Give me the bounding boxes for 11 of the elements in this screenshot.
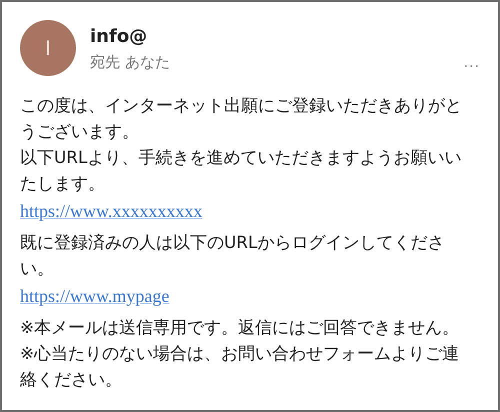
- recipient-label: 宛先 あなた: [90, 53, 171, 72]
- more-button[interactable]: ...: [464, 54, 480, 72]
- notice-text: ※心当たりのない場合は、お問い合わせフォームよりご連絡ください。: [20, 342, 460, 391]
- url-link[interactable]: https://www.mypage: [20, 284, 170, 308]
- notice-text: ※本メールは送信専用です。返信にはご回答できません。: [20, 316, 460, 339]
- avatar: I: [20, 20, 76, 76]
- sender-name: info@: [90, 26, 148, 47]
- url-link[interactable]: https://www.xxxxxxxxxx: [20, 199, 202, 223]
- message-paragraph: 以下URLより、手続きを進めていただきますようお願いいたします。: [20, 146, 462, 195]
- message-paragraph: この度は、インターネット出願にご登録いただきありがとうございます。: [20, 94, 463, 143]
- message-paragraph: 既に登録済みの人は以下のURLからログインしてください。: [20, 231, 446, 280]
